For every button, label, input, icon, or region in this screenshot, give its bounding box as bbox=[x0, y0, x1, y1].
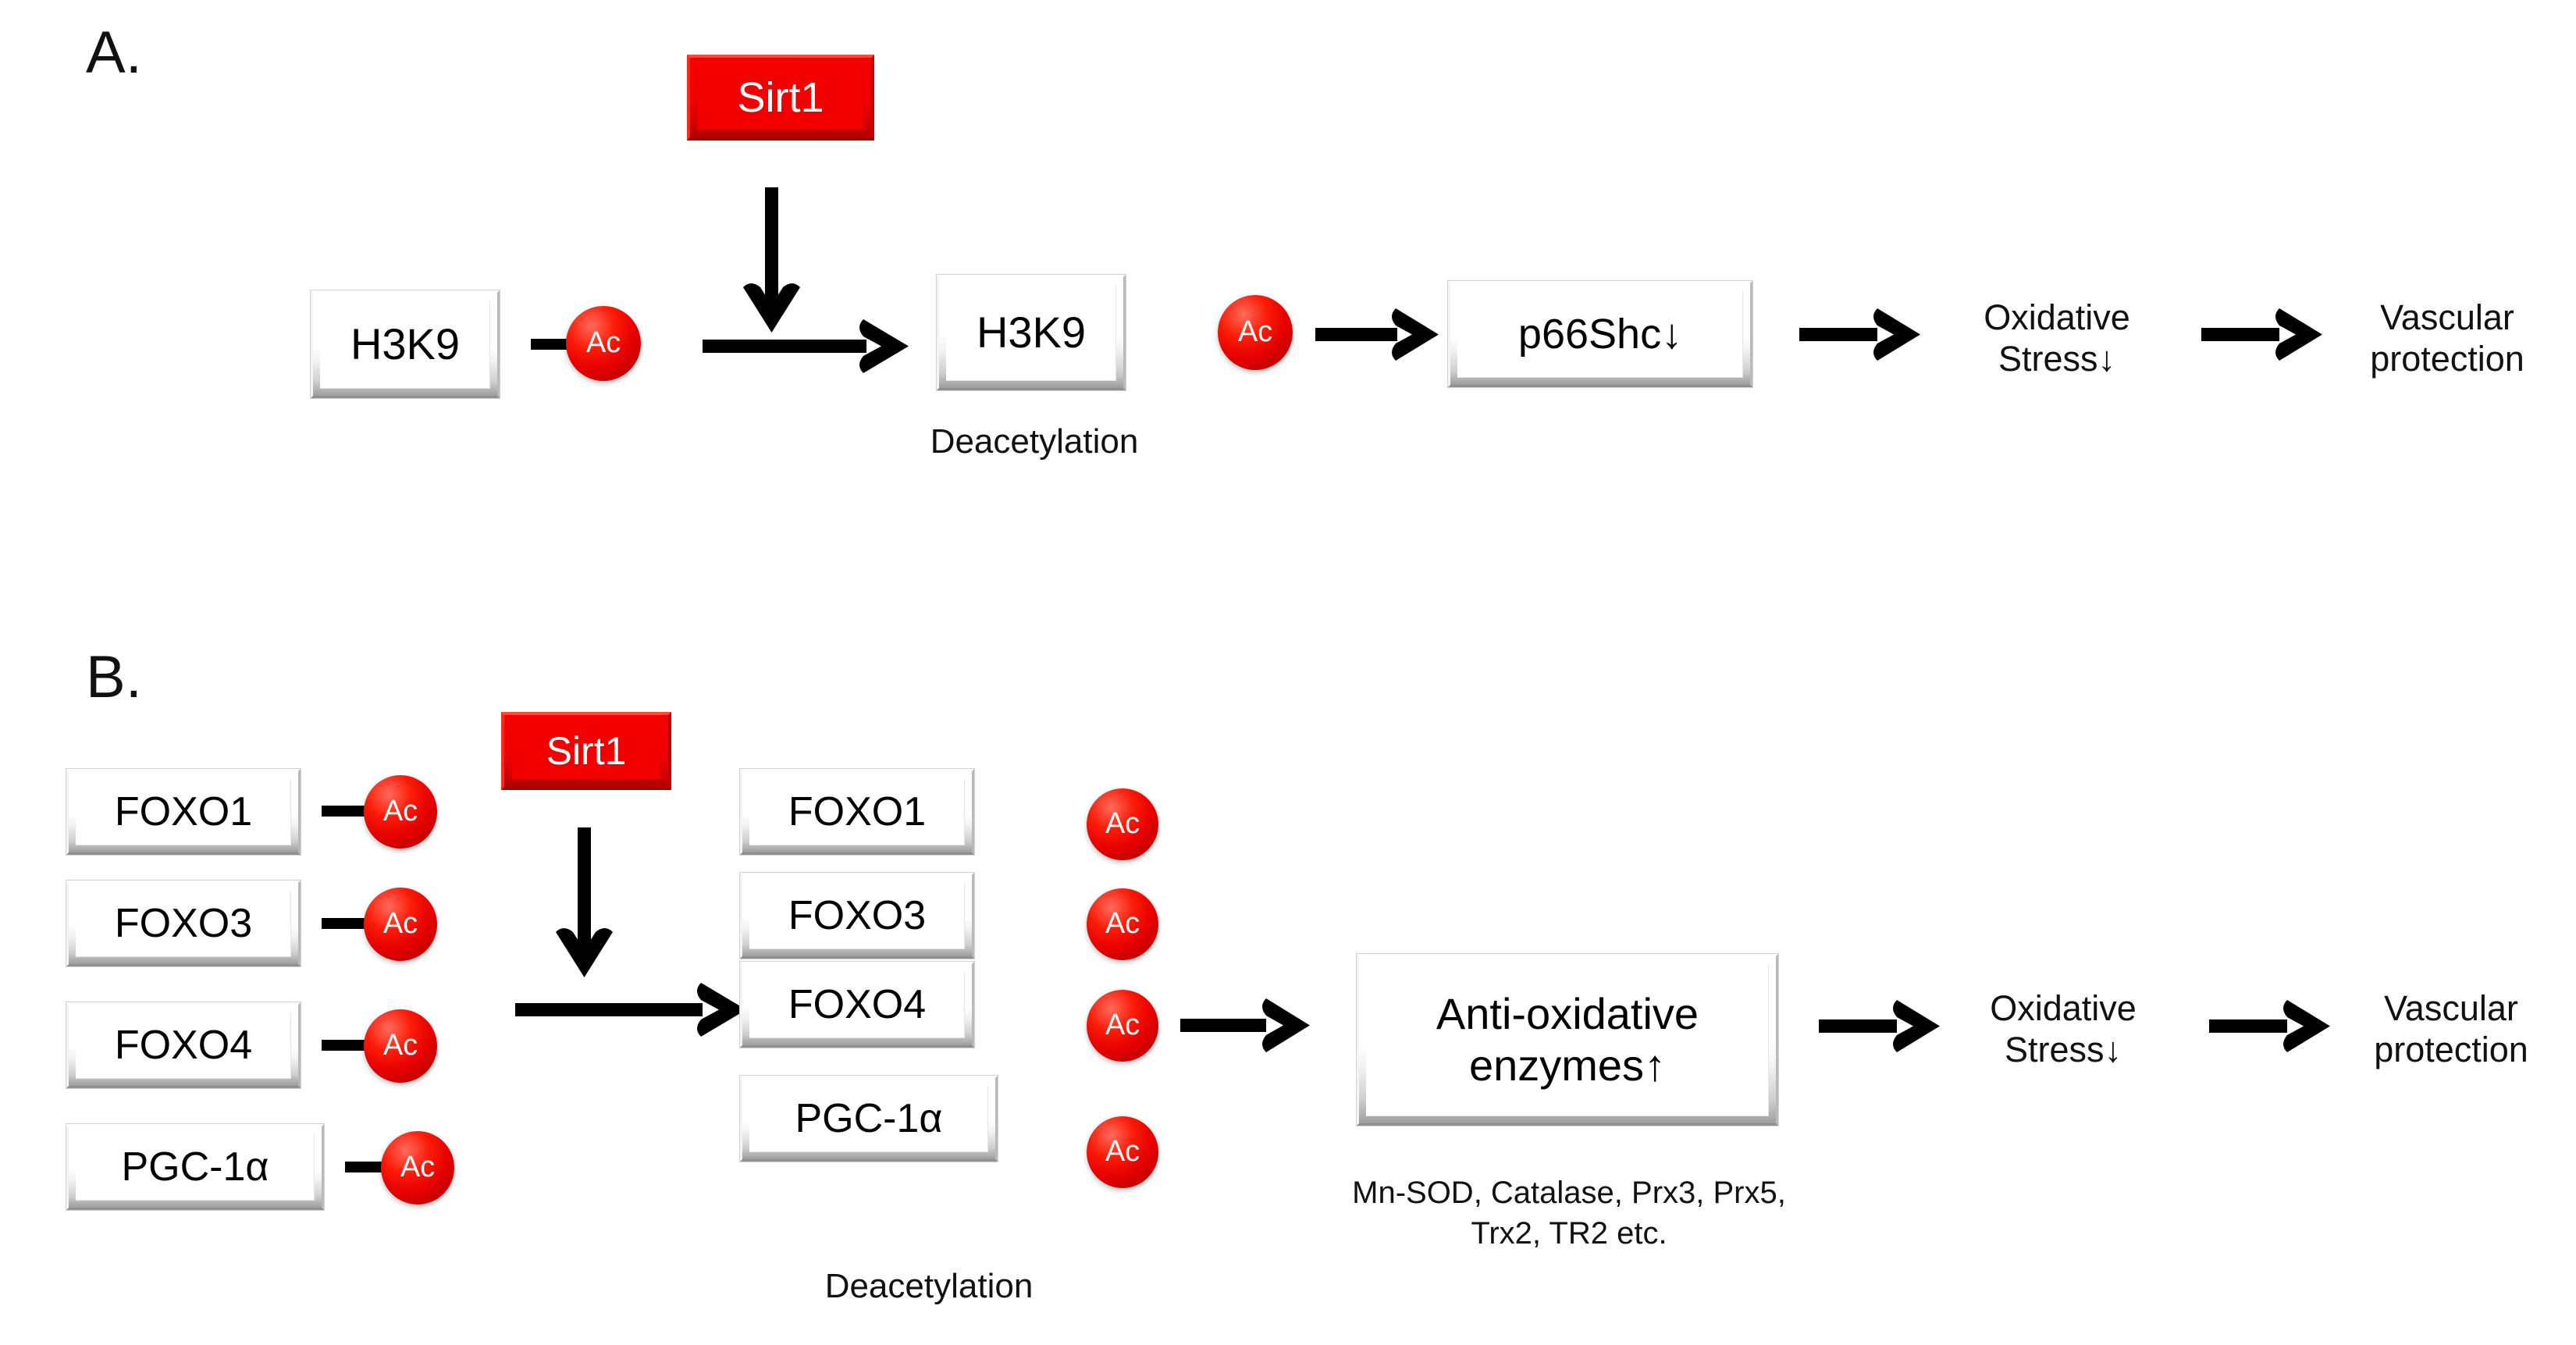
arrow-ac-to-p66shc bbox=[1315, 308, 1439, 361]
deacetylation-caption-panel-b: Deacetylation bbox=[824, 1267, 1034, 1305]
ac-label: Ac bbox=[1105, 907, 1140, 940]
antioxidative-enzymes-label: Anti-oxidative enzymes↑ bbox=[1436, 988, 1699, 1090]
h3k9-acetylated-label: H3K9 bbox=[350, 318, 461, 368]
ac-label: Ac bbox=[382, 907, 418, 940]
ac-label: Ac bbox=[1105, 1135, 1140, 1168]
foxo1-product-box[interactable]: FOXO1 bbox=[740, 769, 974, 855]
antioxidative-enzymes-box[interactable]: Anti-oxidative enzymes↑ bbox=[1357, 954, 1778, 1126]
deacetylation-caption-panel-a: Deacetylation bbox=[930, 422, 1139, 461]
ac-label: Ac bbox=[382, 1029, 418, 1062]
vascular-protection-label-panel-a: Vascular protection bbox=[2370, 297, 2524, 379]
foxo3-substrate-label: FOXO3 bbox=[114, 900, 253, 946]
vascular-protection-label-panel-b: Vascular protection bbox=[2374, 988, 2528, 1070]
sirt1-box-panel-b[interactable]: Sirt1 bbox=[501, 712, 671, 790]
ac-mark-released-panel-a: Ac bbox=[1218, 295, 1293, 370]
pgc1a-substrate-label: PGC-1α bbox=[121, 1144, 269, 1190]
h3k9-deacetylated-box[interactable]: H3K9 bbox=[937, 275, 1126, 390]
reaction-arrow-panel-b bbox=[515, 983, 746, 1037]
foxo4-substrate-box[interactable]: FOXO4 bbox=[66, 1002, 301, 1088]
foxo3-product-label: FOXO3 bbox=[788, 892, 927, 938]
p66shc-label: p66Shc↓ bbox=[1517, 310, 1683, 358]
ac-mark-released-1: Ac bbox=[1087, 788, 1158, 860]
oxidative-stress-label-panel-a: Oxidative Stress↓ bbox=[1984, 297, 2130, 379]
ac-mark-released-3: Ac bbox=[1087, 990, 1158, 1062]
h3k9-acetylated-box[interactable]: H3K9 bbox=[311, 290, 500, 398]
panel-b-letter: B. bbox=[86, 644, 142, 710]
ac-label: Ac bbox=[1237, 315, 1273, 348]
p66shc-box[interactable]: p66Shc↓ bbox=[1448, 281, 1752, 387]
foxo3-product-box[interactable]: FOXO3 bbox=[740, 873, 974, 959]
ac-mark-foxo4: Ac bbox=[364, 1009, 437, 1083]
foxo1-product-label: FOXO1 bbox=[788, 788, 927, 834]
foxo1-substrate-box[interactable]: FOXO1 bbox=[66, 769, 301, 855]
foxo3-substrate-box[interactable]: FOXO3 bbox=[66, 881, 301, 966]
pgc1a-ac-connector bbox=[345, 1162, 386, 1172]
sirt1-label: Sirt1 bbox=[737, 74, 824, 121]
ac-mark-h3k9: Ac bbox=[566, 306, 641, 381]
pgc1a-substrate-box[interactable]: PGC-1α bbox=[66, 1124, 324, 1210]
ac-label: Ac bbox=[382, 795, 418, 827]
antioxidative-enzymes-caption: Mn-SOD, Catalase, Prx3, Prx5, Trx2, TR2 … bbox=[1352, 1176, 1786, 1251]
ac-mark-pgc1a: Ac bbox=[381, 1131, 454, 1204]
panel-a-letter: A. bbox=[86, 20, 142, 86]
ac-mark-foxo3: Ac bbox=[364, 888, 437, 961]
pgc1a-product-label: PGC-1α bbox=[795, 1095, 943, 1141]
foxo3-ac-connector bbox=[322, 918, 370, 929]
oxidative-stress-label-panel-b: Oxidative Stress↓ bbox=[1990, 988, 2137, 1070]
ac-mark-released-2: Ac bbox=[1087, 888, 1158, 960]
foxo1-substrate-label: FOXO1 bbox=[114, 788, 253, 834]
foxo4-ac-connector bbox=[322, 1040, 370, 1051]
sirt1-box-panel-a[interactable]: Sirt1 bbox=[687, 55, 874, 141]
ac-label: Ac bbox=[400, 1151, 436, 1183]
ac-label: Ac bbox=[1105, 1009, 1140, 1041]
ac-mark-released-4: Ac bbox=[1087, 1116, 1158, 1188]
h3k9-deacetylated-label: H3K9 bbox=[976, 307, 1087, 357]
ac-label: Ac bbox=[1105, 807, 1140, 840]
reaction-arrow-panel-a bbox=[703, 319, 909, 373]
foxo4-substrate-label: FOXO4 bbox=[114, 1022, 253, 1068]
ac-mark-foxo1: Ac bbox=[364, 775, 437, 849]
ac-label: Ac bbox=[585, 326, 621, 359]
arrow-ac-to-enzymes bbox=[1180, 998, 1310, 1052]
foxo1-ac-connector bbox=[322, 806, 370, 817]
sirt1-label: Sirt1 bbox=[546, 729, 627, 773]
pgc1a-product-box[interactable]: PGC-1α bbox=[740, 1076, 998, 1162]
foxo4-product-box[interactable]: FOXO4 bbox=[740, 962, 974, 1048]
foxo4-product-label: FOXO4 bbox=[788, 981, 927, 1027]
arrow-p66shc-to-stress bbox=[1799, 308, 1920, 361]
